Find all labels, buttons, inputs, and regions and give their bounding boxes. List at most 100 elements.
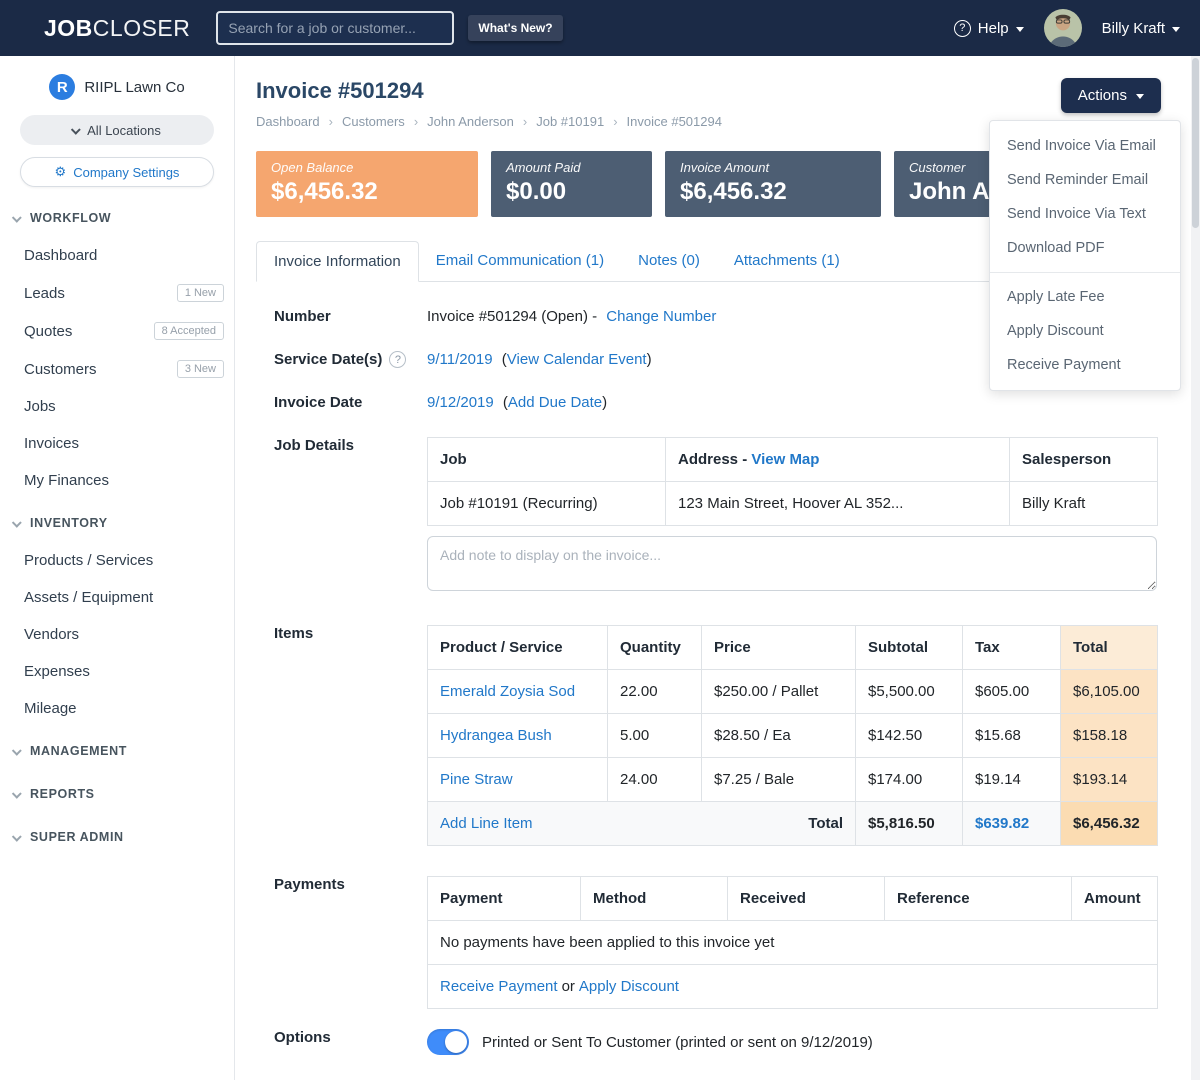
tab-invoice-information[interactable]: Invoice Information (256, 241, 419, 282)
user-menu[interactable]: Billy Kraft (1102, 20, 1180, 37)
stat-value: $6,456.32 (271, 178, 463, 206)
item-product-link[interactable]: Pine Straw (440, 771, 513, 788)
number-label: Number (256, 308, 427, 325)
sidebar-item-assets-equipment[interactable]: Assets / Equipment (0, 579, 234, 616)
invoice-date-label: Invoice Date (256, 394, 427, 411)
job-header: Job (428, 438, 666, 482)
view-map-link[interactable]: View Map (751, 451, 819, 468)
chevron-down-icon (1016, 27, 1024, 32)
payments-header-payment: Payment (428, 877, 581, 921)
menu-send-invoice-via-text[interactable]: Send Invoice Via Text (990, 197, 1180, 231)
add-due-date-link[interactable]: Add Due Date (508, 394, 602, 411)
change-number-link[interactable]: Change Number (606, 308, 716, 325)
invoice-date-link[interactable]: 9/12/2019 (427, 394, 494, 411)
scrollbar-thumb[interactable] (1192, 58, 1199, 228)
item-price: $7.25 / Bale (702, 758, 856, 802)
global-search-input[interactable] (216, 11, 454, 45)
service-date-link[interactable]: 9/11/2019 (427, 351, 493, 368)
add-line-item-link[interactable]: Add Line Item (440, 815, 533, 832)
actions-button[interactable]: Actions (1061, 78, 1161, 113)
sidebar-item-expenses[interactable]: Expenses (0, 653, 234, 690)
stat-invoice-amount: Invoice Amount $6,456.32 (665, 151, 881, 217)
items-total-label: Total (808, 815, 843, 832)
sidebar-item-my-finances[interactable]: My Finances (0, 462, 234, 499)
main-content: Invoice #501294 Dashboard › Customers › … (235, 56, 1191, 1080)
items-total-amount: $6,456.32 (1061, 802, 1158, 846)
all-locations-dropdown[interactable]: All Locations (20, 115, 214, 145)
user-avatar[interactable] (1044, 9, 1082, 47)
menu-send-reminder-email[interactable]: Send Reminder Email (990, 163, 1180, 197)
page-scrollbar[interactable] (1191, 56, 1200, 1080)
items-header-subtotal: Subtotal (856, 626, 963, 670)
breadcrumb-customers[interactable]: Customers (342, 114, 405, 129)
receive-payment-link[interactable]: Receive Payment (440, 978, 558, 995)
sidebar-section-inventory[interactable]: INVENTORY (0, 504, 234, 542)
service-date-help-icon[interactable]: ? (389, 351, 406, 368)
sidebar: R RIIPL Lawn Co All Locations ⚙ Company … (0, 56, 235, 1080)
collapse-icon (12, 517, 22, 527)
breadcrumb-invoice: Invoice #501294 (627, 114, 722, 129)
stat-label: Invoice Amount (680, 160, 866, 175)
chevron-down-icon (71, 124, 81, 134)
apply-discount-link[interactable]: Apply Discount (579, 978, 679, 995)
chevron-down-icon (1172, 27, 1180, 32)
help-menu[interactable]: ? Help (954, 20, 1024, 37)
sidebar-section-workflow[interactable]: WORKFLOW (0, 199, 234, 237)
view-calendar-event-link[interactable]: View Calendar Event (507, 351, 647, 368)
job-value: Job #10191 (Recurring) (428, 482, 666, 526)
menu-receive-payment[interactable]: Receive Payment (990, 348, 1180, 382)
menu-send-invoice-via-email[interactable]: Send Invoice Via Email (990, 129, 1180, 163)
payments-label: Payments (256, 876, 427, 893)
salesperson-value: Billy Kraft (1010, 482, 1158, 526)
sidebar-item-jobs[interactable]: Jobs (0, 388, 234, 425)
menu-apply-discount[interactable]: Apply Discount (990, 314, 1180, 348)
items-header-quantity: Quantity (608, 626, 702, 670)
tab-notes[interactable]: Notes (0) (621, 241, 717, 281)
item-product-link[interactable]: Hydrangea Bush (440, 727, 552, 744)
sidebar-item-quotes[interactable]: Quotes8 Accepted (0, 312, 234, 350)
app-logo[interactable]: JOBCLOSER (44, 15, 190, 42)
item-row: Hydrangea Bush 5.00 $28.50 / Ea $142.50 … (428, 714, 1158, 758)
tab-attachments[interactable]: Attachments (1) (717, 241, 857, 281)
items-total-tax[interactable]: $639.82 (963, 802, 1061, 846)
breadcrumb-john-anderson[interactable]: John Anderson (427, 114, 514, 129)
item-product-link[interactable]: Emerald Zoysia Sod (440, 683, 575, 700)
menu-apply-late-fee[interactable]: Apply Late Fee (990, 280, 1180, 314)
whats-new-button[interactable]: What's New? (468, 15, 562, 41)
menu-download-pdf[interactable]: Download PDF (990, 231, 1180, 265)
stat-label: Amount Paid (506, 160, 637, 175)
sidebar-item-customers[interactable]: Customers3 New (0, 350, 234, 388)
job-details-table: Job Address - View Map Salesperson Job #… (427, 437, 1158, 526)
sidebar-section-management[interactable]: MANAGEMENT (0, 732, 234, 770)
tab-email-communication[interactable]: Email Communication (1) (419, 241, 621, 281)
leads-badge: 1 New (177, 284, 224, 302)
company-settings-button[interactable]: ⚙ Company Settings (20, 157, 214, 187)
items-header-product: Product / Service (428, 626, 608, 670)
collapse-icon (12, 831, 22, 841)
invoice-note-textarea[interactable] (427, 536, 1157, 591)
payments-header-amount: Amount (1072, 877, 1158, 921)
sidebar-section-reports[interactable]: REPORTS (0, 775, 234, 813)
company-selector[interactable]: R RIIPL Lawn Co (0, 74, 234, 100)
payments-row: Payments Payment Method Received Referen… (256, 876, 1161, 1009)
sidebar-section-super-admin[interactable]: SUPER ADMIN (0, 818, 234, 856)
logo-text-light: CLOSER (93, 15, 191, 41)
breadcrumb-separator: › (613, 114, 617, 129)
toggle-knob (445, 1031, 467, 1053)
sidebar-item-leads[interactable]: Leads1 New (0, 274, 234, 312)
sidebar-item-dashboard[interactable]: Dashboard (0, 237, 234, 274)
breadcrumb-job[interactable]: Job #10191 (536, 114, 604, 129)
sidebar-item-invoices[interactable]: Invoices (0, 425, 234, 462)
breadcrumb-dashboard[interactable]: Dashboard (256, 114, 320, 129)
item-tax: $19.14 (963, 758, 1061, 802)
customers-badge: 3 New (177, 360, 224, 378)
sidebar-item-products-services[interactable]: Products / Services (0, 542, 234, 579)
sidebar-item-vendors[interactable]: Vendors (0, 616, 234, 653)
stat-value: $6,456.32 (680, 178, 866, 206)
invoice-number-value: Invoice #501294 (Open) - (427, 308, 597, 325)
logo-text-bold: JOB (44, 15, 93, 41)
item-row: Emerald Zoysia Sod 22.00 $250.00 / Palle… (428, 670, 1158, 714)
address-header: Address - View Map (666, 438, 1010, 482)
sidebar-item-mileage[interactable]: Mileage (0, 690, 234, 727)
printed-or-sent-toggle[interactable] (427, 1029, 469, 1055)
